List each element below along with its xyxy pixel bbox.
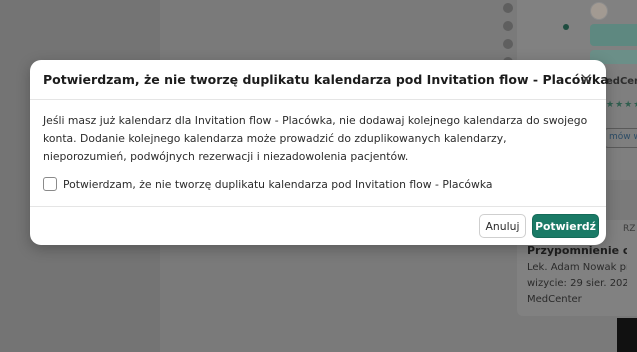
close-button[interactable] xyxy=(578,71,594,87)
confirm-button[interactable]: Potwierdź xyxy=(532,214,599,238)
dialog-title: Potwierdzam, że nie tworzę duplikatu kal… xyxy=(43,72,609,87)
confirm-duplicate-dialog: Potwierdzam, że nie tworzę duplikatu kal… xyxy=(30,60,609,245)
dialog-footer: Anuluj Potwierdź xyxy=(30,206,606,245)
background-slot xyxy=(590,24,637,46)
background-link-button: mów w xyxy=(604,128,637,148)
cancel-button[interactable]: Anuluj xyxy=(479,214,526,238)
dialog-message: Jeśli masz już kalendarz dla Invitation … xyxy=(43,114,588,163)
confirm-checkbox-row[interactable]: Potwierdzam, że nie tworzę duplikatu kal… xyxy=(43,177,593,191)
confirm-checkbox-label[interactable]: Potwierdzam, że nie tworzę duplikatu kal… xyxy=(63,178,493,191)
background-card-title: edCen xyxy=(606,76,637,87)
notification-title: Przypomnienie o wi xyxy=(527,244,627,257)
avatar xyxy=(590,2,608,20)
status-dot xyxy=(563,24,569,30)
notification-line: MedCenter xyxy=(527,294,582,305)
close-icon xyxy=(581,74,591,84)
dialog-body: Jeśli masz już kalendarz dla Invitation … xyxy=(43,112,593,191)
notification-tag: RZ xyxy=(623,224,636,234)
rating-stars: ★★★★★ xyxy=(606,100,637,110)
dialog-header: Potwierdzam, że nie tworzę duplikatu kal… xyxy=(30,60,609,100)
background-dark-block xyxy=(617,318,637,352)
notification-line: Lek. Adam Nowak przy xyxy=(527,262,627,273)
confirm-checkbox[interactable] xyxy=(43,177,57,191)
notification-line: wizycie: 29 sier. 2024 xyxy=(527,278,627,289)
